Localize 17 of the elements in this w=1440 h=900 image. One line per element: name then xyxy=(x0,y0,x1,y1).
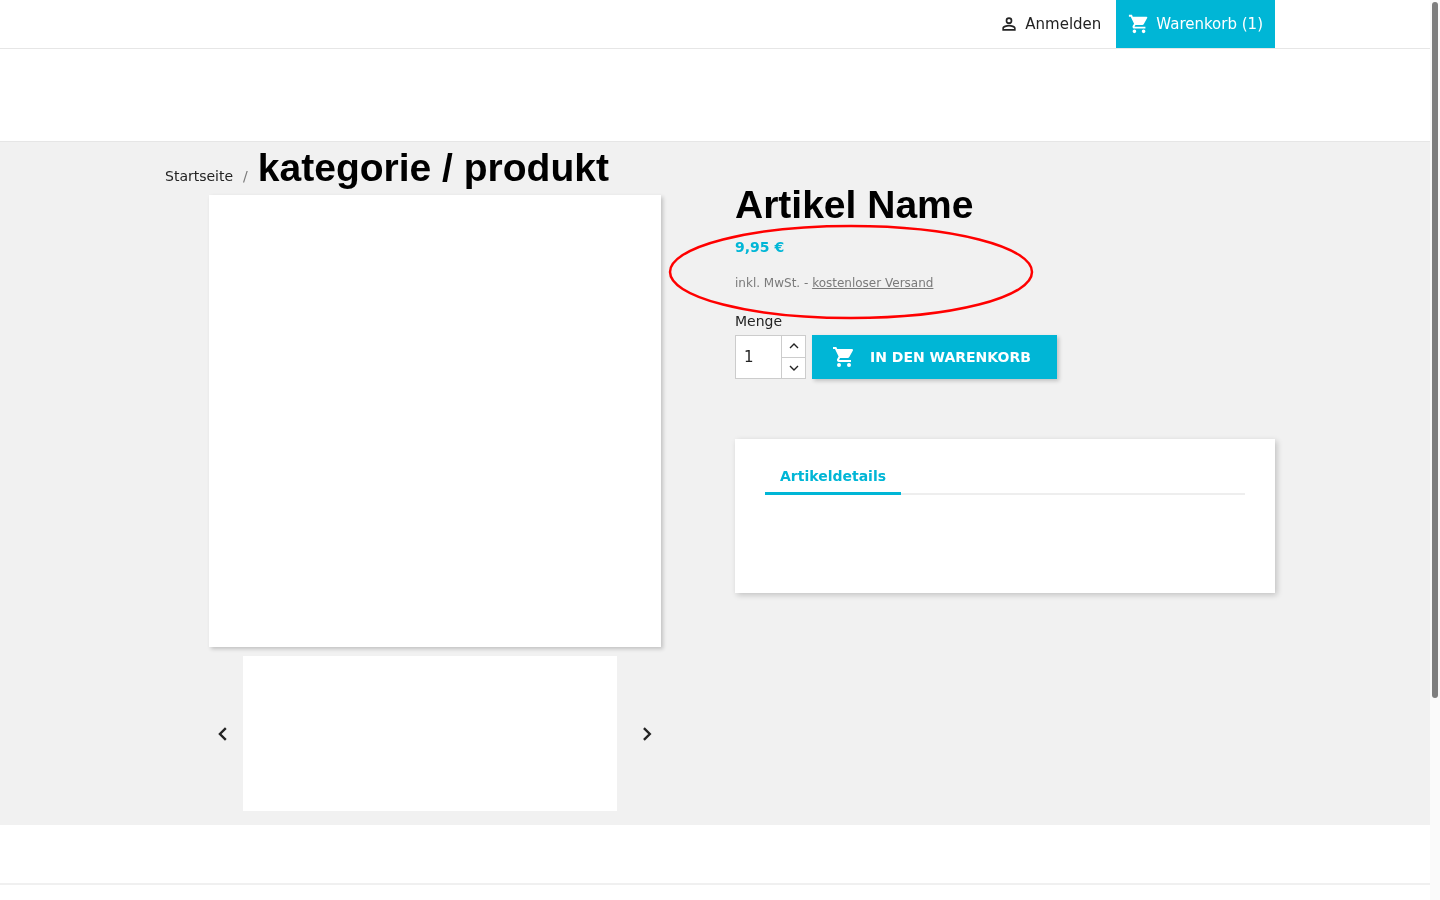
quantity-field[interactable]: 1 xyxy=(735,335,806,379)
shipping-link[interactable]: kostenloser Versand xyxy=(812,276,934,290)
cart-button[interactable]: Warenkorb (1) xyxy=(1116,0,1275,48)
chevron-up-icon xyxy=(788,343,799,350)
scrollbar[interactable] xyxy=(1430,0,1440,900)
product-price: 9,95 € xyxy=(735,239,785,255)
breadcrumb-separator: / xyxy=(243,168,248,184)
chevron-down-icon xyxy=(788,364,799,371)
details-tab[interactable]: Artikeldetails xyxy=(765,464,902,495)
quantity-label: Menge xyxy=(735,313,783,329)
breadcrumb-link[interactable]: Startseite xyxy=(165,168,234,184)
add-to-cart-button[interactable]: IN DEN WARENKORB xyxy=(812,335,1057,379)
login-link[interactable]: Anmelden xyxy=(984,0,1117,48)
page-heading: kategorie / produkt xyxy=(257,146,609,190)
cart-icon xyxy=(832,345,856,369)
tax-note: inkl. MwSt. - kostenloser Versand xyxy=(735,276,934,290)
product-title: Artikel Name xyxy=(735,183,974,227)
